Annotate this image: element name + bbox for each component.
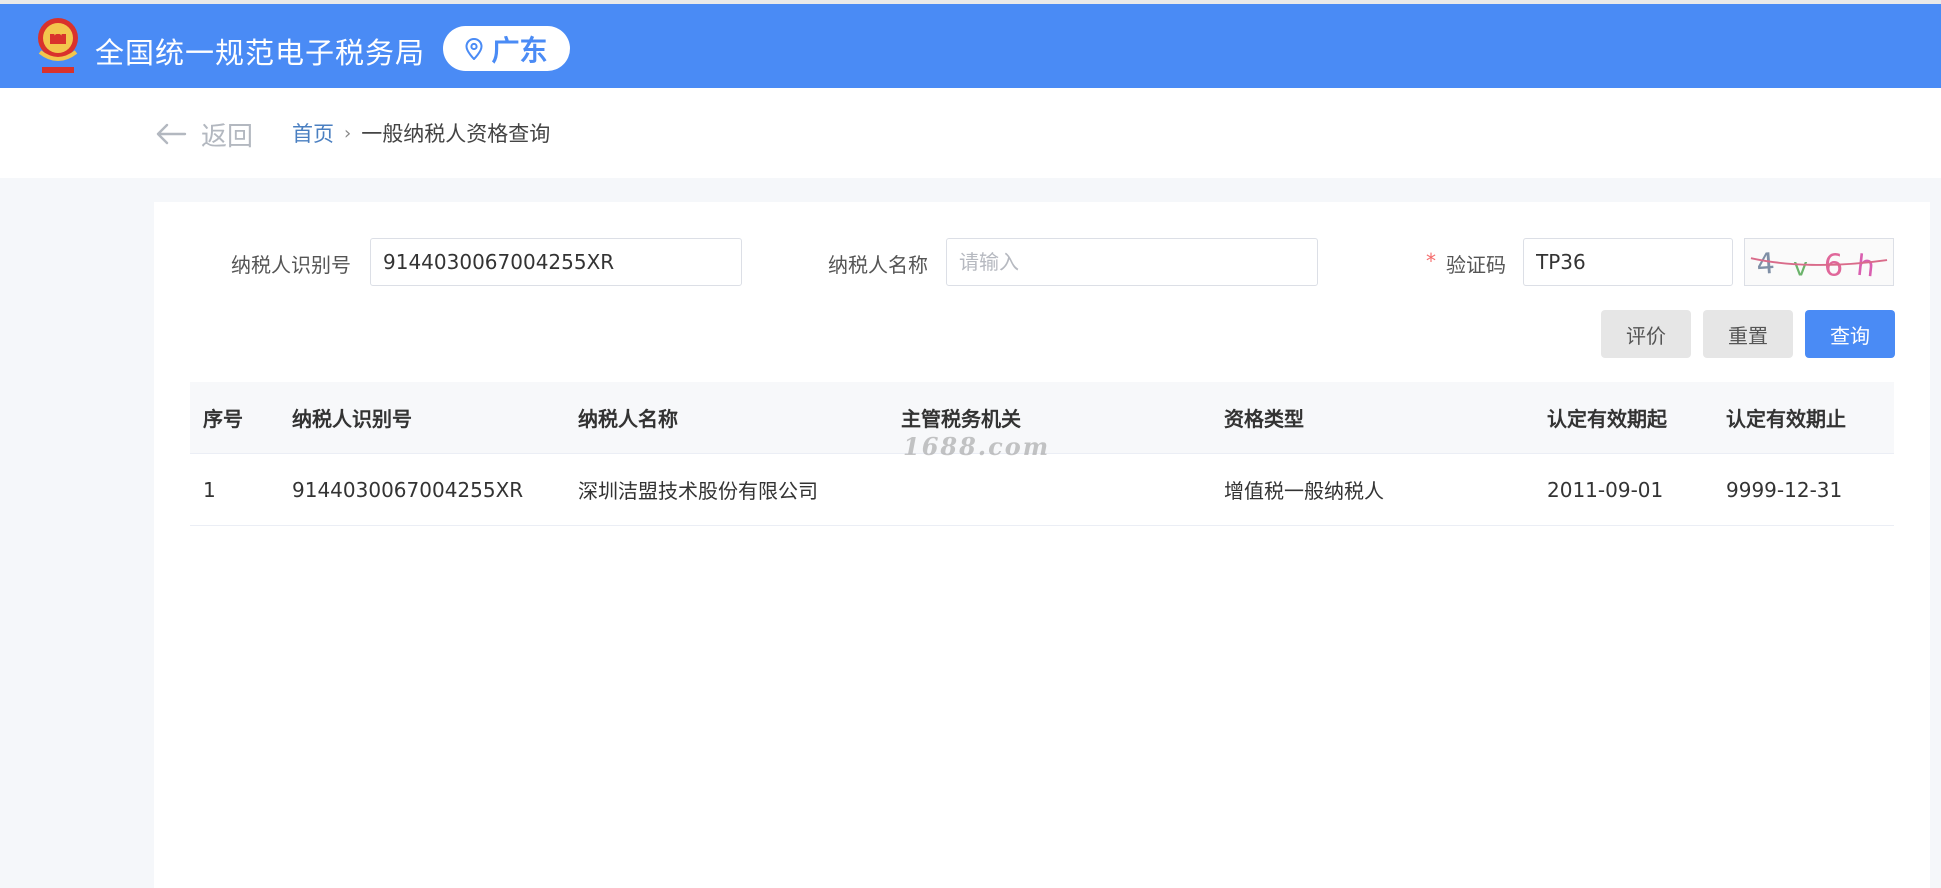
watermark: 1688.com [903,432,1051,461]
breadcrumb-home-link[interactable]: 首页 [292,118,334,148]
breadcrumb-current: 一般纳税人资格查询 [361,122,551,146]
nav-bar: 返回 首页 › 一般纳税人资格查询 [0,88,1941,178]
back-label: 返回 [201,121,254,152]
taxpayer-name-label: 纳税人名称 [828,253,928,277]
column-header-valid-from: 认定有效期起 [1547,407,1667,431]
column-header-taxpayer-name: 纳税人名称 [578,407,678,431]
location-pin-icon [465,37,483,60]
column-header-index: 序号 [203,407,243,431]
cell-valid-to: 9999-12-31 [1726,477,1843,502]
svg-text:h: h [1855,248,1877,284]
column-header-taxpayer-id: 纳税人识别号 [292,407,412,431]
column-header-tax-authority: 主管税务机关 [901,407,1021,431]
site-title: 全国统一规范电子税务局 [95,36,426,70]
site-header: 全国统一规范电子税务局 广东 [0,4,1941,88]
cell-qualification-type: 增值税一般纳税人 [1224,479,1384,503]
reset-button[interactable]: 重置 [1703,310,1793,358]
query-panel: 纳税人识别号 纳税人名称 * 验证码 4 v 6 h 评价 重置 查询 序号 纳… [154,202,1930,888]
taxpayer-name-input[interactable] [946,238,1318,286]
column-header-qualification-type: 资格类型 [1224,407,1304,431]
svg-text:4: 4 [1755,246,1776,281]
breadcrumb: 首页 › 一般纳税人资格查询 [292,118,550,148]
taxpayer-id-label: 纳税人识别号 [231,253,351,277]
evaluate-button[interactable]: 评价 [1601,310,1691,358]
cell-valid-from: 2011-09-01 [1547,477,1664,502]
column-header-valid-to: 认定有效期止 [1726,407,1846,431]
captcha-label: 验证码 [1446,253,1506,277]
captcha-image[interactable]: 4 v 6 h [1744,238,1894,286]
table-row: 1 9144030067004255XR 深圳洁盟技术股份有限公司 增值税一般纳… [190,454,1894,526]
arrow-left-icon [156,123,187,145]
taxpayer-id-input[interactable] [370,238,742,286]
breadcrumb-separator: › [344,122,352,144]
required-mark: * [1426,249,1436,273]
query-button[interactable]: 查询 [1805,310,1895,358]
cell-index: 1 [203,477,216,502]
region-selector[interactable]: 广东 [443,26,570,71]
region-label: 广东 [491,33,548,67]
captcha-input[interactable] [1523,238,1733,286]
national-emblem-icon[interactable] [34,14,82,76]
cell-taxpayer-name: 深圳洁盟技术股份有限公司 [578,479,818,503]
cell-taxpayer-id: 9144030067004255XR [292,477,524,502]
svg-text:v: v [1793,252,1808,281]
back-button[interactable]: 返回 [155,116,253,152]
